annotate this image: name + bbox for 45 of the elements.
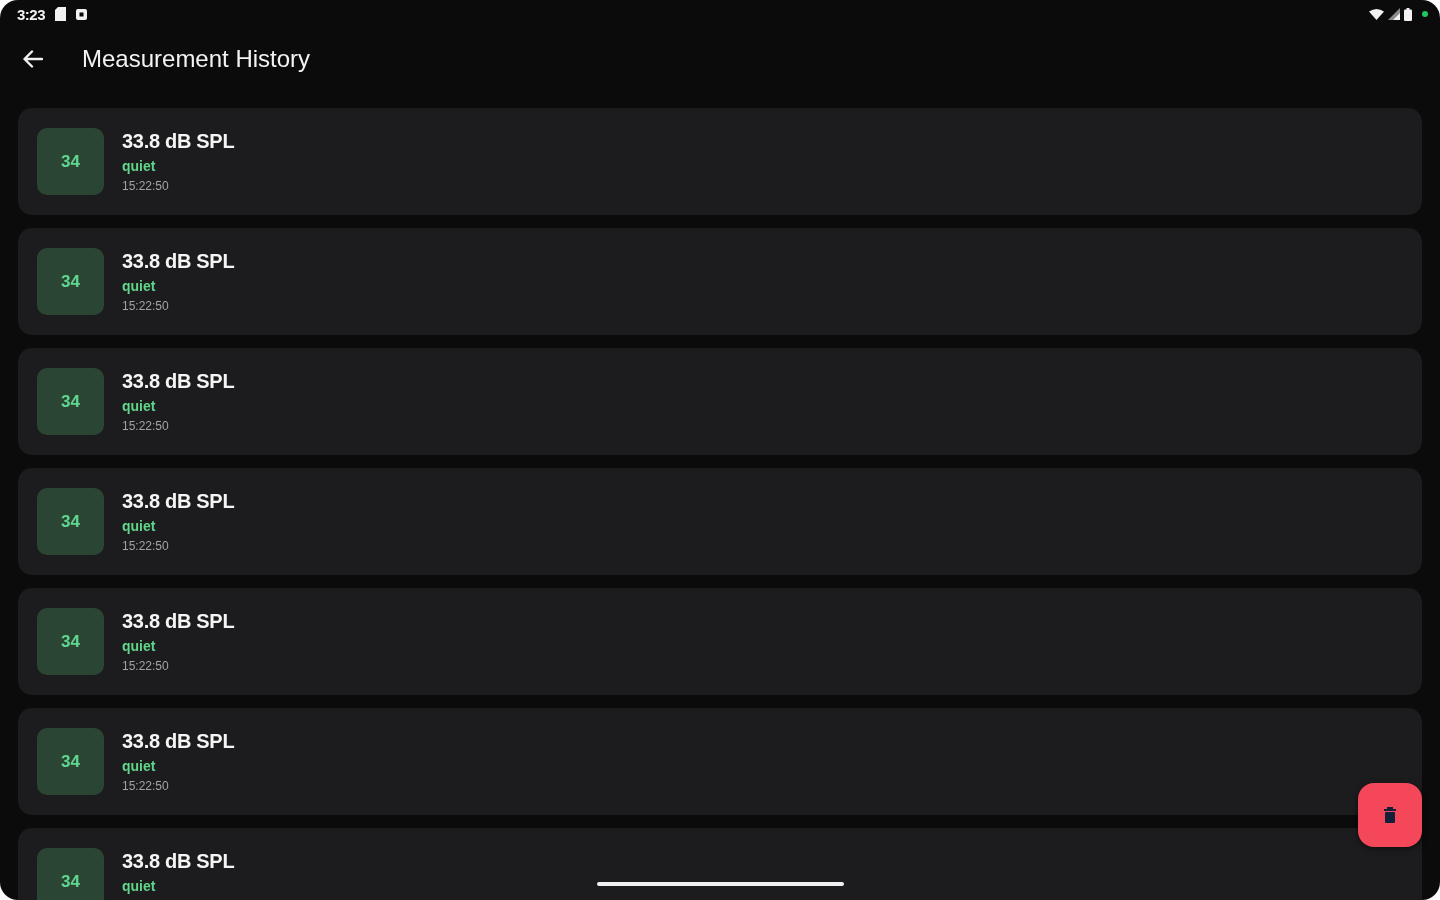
screen-title: Measurement History bbox=[82, 45, 311, 73]
decibel-badge: 34 bbox=[37, 848, 104, 900]
decibel-badge: 34 bbox=[37, 488, 104, 555]
noise-level-label: quiet bbox=[122, 157, 156, 175]
measurement-time: 15:22:50 bbox=[122, 778, 169, 794]
signal-icon bbox=[1388, 8, 1400, 20]
measurement-card[interactable]: 34 33.8 dB SPL quiet bbox=[18, 828, 1422, 900]
decibel-badge: 34 bbox=[37, 368, 104, 435]
noise-level-label: quiet bbox=[122, 277, 156, 295]
decibel-badge: 34 bbox=[37, 248, 104, 315]
measurement-value: 33.8 dB SPL bbox=[122, 729, 235, 753]
noise-level-label: quiet bbox=[122, 637, 156, 655]
noise-level-label: quiet bbox=[122, 877, 156, 895]
trash-icon bbox=[1384, 807, 1396, 823]
measurement-time: 15:22:50 bbox=[122, 658, 169, 674]
measurement-time: 15:22:50 bbox=[122, 178, 169, 194]
wifi-icon bbox=[1369, 8, 1384, 20]
battery-icon bbox=[1404, 7, 1412, 21]
measurement-card[interactable]: 34 33.8 dB SPL quiet 15:22:50 bbox=[18, 708, 1422, 815]
measurement-value: 33.8 dB SPL bbox=[122, 609, 235, 633]
measurement-card[interactable]: 34 33.8 dB SPL quiet 15:22:50 bbox=[18, 348, 1422, 455]
delete-button[interactable] bbox=[1358, 783, 1422, 847]
square-notification-icon bbox=[76, 8, 88, 20]
noise-level-label: quiet bbox=[122, 517, 156, 535]
decibel-badge: 34 bbox=[37, 608, 104, 675]
noise-level-label: quiet bbox=[122, 397, 156, 415]
measurement-time: 15:22:50 bbox=[122, 538, 169, 554]
decibel-badge: 34 bbox=[37, 728, 104, 795]
measurement-card[interactable]: 34 33.8 dB SPL quiet 15:22:50 bbox=[18, 108, 1422, 215]
measurement-value: 33.8 dB SPL bbox=[122, 249, 235, 273]
noise-level-label: quiet bbox=[122, 757, 156, 775]
measurement-value: 33.8 dB SPL bbox=[122, 369, 235, 393]
measurement-value: 33.8 dB SPL bbox=[122, 489, 235, 513]
measurement-time: 15:22:50 bbox=[122, 298, 169, 314]
status-time: 3:23 bbox=[17, 5, 46, 23]
status-dot-icon bbox=[1422, 11, 1428, 17]
back-arrow-icon bbox=[23, 50, 43, 68]
measurement-value: 33.8 dB SPL bbox=[122, 849, 235, 873]
measurement-time: 15:22:50 bbox=[122, 418, 169, 434]
measurement-value: 33.8 dB SPL bbox=[122, 129, 235, 153]
measurement-card[interactable]: 34 33.8 dB SPL quiet 15:22:50 bbox=[18, 228, 1422, 335]
measurement-card[interactable]: 34 33.8 dB SPL quiet 15:22:50 bbox=[18, 588, 1422, 695]
decibel-badge: 34 bbox=[37, 128, 104, 195]
measurement-card[interactable]: 34 33.8 dB SPL quiet 15:22:50 bbox=[18, 468, 1422, 575]
sd-card-icon bbox=[55, 7, 67, 21]
